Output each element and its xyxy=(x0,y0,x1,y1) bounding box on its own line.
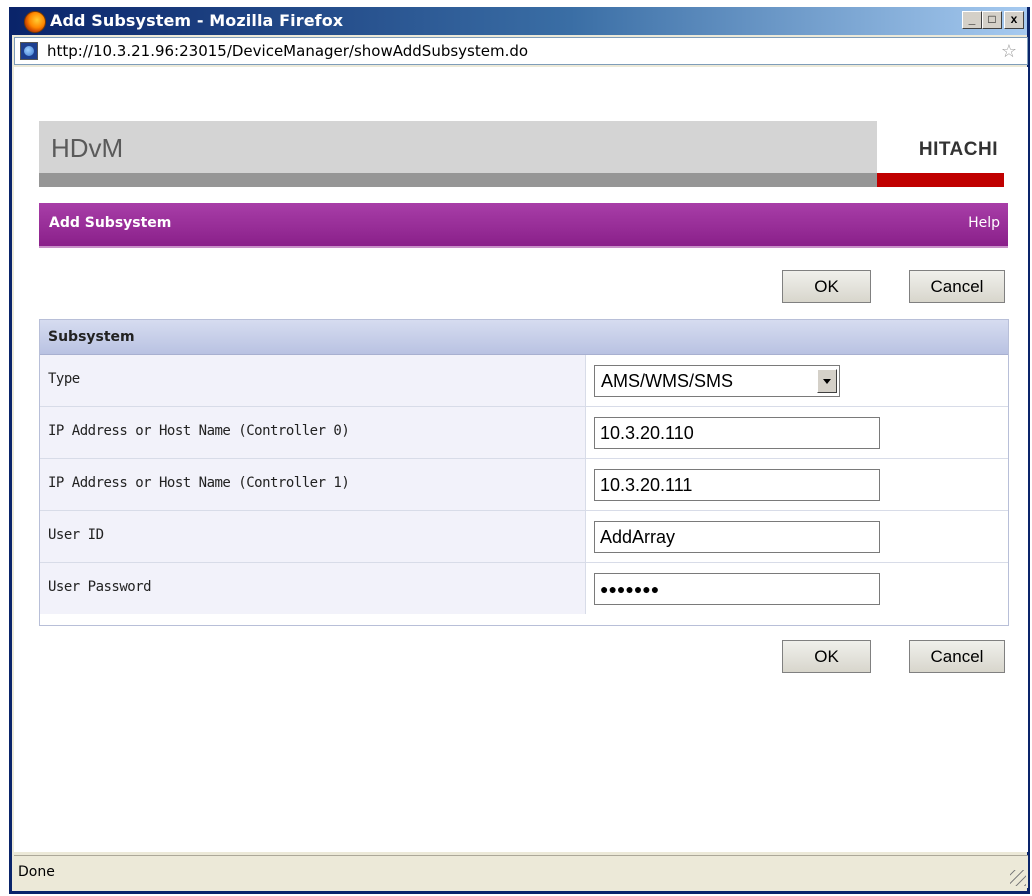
globe-icon xyxy=(20,42,38,60)
product-name: HDvM xyxy=(51,133,124,163)
hitachi-logo: HITACHI xyxy=(918,139,998,160)
window-titlebar[interactable]: Add Subsystem - Mozilla Firefox _ □ x xyxy=(12,7,1027,35)
type-label: Type xyxy=(48,371,80,387)
user-id-field[interactable] xyxy=(594,521,880,553)
maximize-button[interactable]: □ xyxy=(982,11,1002,29)
status-bar: Done xyxy=(14,855,1028,888)
chevron-down-icon[interactable] xyxy=(817,369,837,393)
controller0-label: IP Address or Host Name (Controller 0) xyxy=(48,423,350,439)
controller0-row: IP Address or Host Name (Controller 0) xyxy=(40,407,1008,459)
type-select-value: AMS/WMS/SMS xyxy=(601,371,734,391)
firefox-logo-icon xyxy=(24,11,46,33)
status-text: Done xyxy=(18,864,55,880)
type-select[interactable]: AMS/WMS/SMS xyxy=(594,365,840,397)
section-title: Add Subsystem xyxy=(49,215,172,231)
password-row: User Password xyxy=(40,563,1008,615)
panel-title: Subsystem xyxy=(48,329,135,345)
header-left-panel: HDvM xyxy=(39,121,877,173)
controller1-label: IP Address or Host Name (Controller 1) xyxy=(48,475,350,491)
ok-button-bottom[interactable]: OK xyxy=(782,640,871,673)
controller1-row: IP Address or Host Name (Controller 1) xyxy=(40,459,1008,511)
help-link[interactable]: Help xyxy=(968,215,1000,231)
app-header: HDvM HITACHI xyxy=(39,121,1004,187)
close-button[interactable]: x xyxy=(1004,11,1024,29)
resize-grip-icon[interactable] xyxy=(1010,870,1026,886)
address-bar[interactable]: http://10.3.21.96:23015/DeviceManager/sh… xyxy=(14,37,1028,65)
window-title: Add Subsystem - Mozilla Firefox xyxy=(50,11,344,30)
subsystem-panel: Subsystem Type AMS/WMS/SMS IP Address or… xyxy=(39,319,1009,626)
page-content: HDvM HITACHI Add Subsystem Help OK Cance… xyxy=(14,67,1028,852)
url-text[interactable]: http://10.3.21.96:23015/DeviceManager/sh… xyxy=(47,42,528,60)
section-title-bar: Add Subsystem Help xyxy=(39,203,1008,248)
minimize-button[interactable]: _ xyxy=(962,11,982,29)
type-row: Type AMS/WMS/SMS xyxy=(40,355,1008,407)
user-id-row: User ID xyxy=(40,511,1008,563)
star-icon[interactable]: ☆ xyxy=(1001,41,1017,62)
password-label: User Password xyxy=(48,579,152,595)
password-field[interactable] xyxy=(594,573,880,605)
cancel-button-top[interactable]: Cancel xyxy=(909,270,1005,303)
panel-header: Subsystem xyxy=(40,320,1008,355)
header-gray-bar xyxy=(39,173,877,187)
ok-button-top[interactable]: OK xyxy=(782,270,871,303)
header-brand-panel: HITACHI xyxy=(877,121,1004,173)
header-red-bar xyxy=(877,173,1004,187)
controller0-ip-field[interactable] xyxy=(594,417,880,449)
user-id-label: User ID xyxy=(48,527,104,543)
browser-window: Add Subsystem - Mozilla Firefox _ □ x ht… xyxy=(9,7,1030,894)
controller1-ip-field[interactable] xyxy=(594,469,880,501)
cancel-button-bottom[interactable]: Cancel xyxy=(909,640,1005,673)
